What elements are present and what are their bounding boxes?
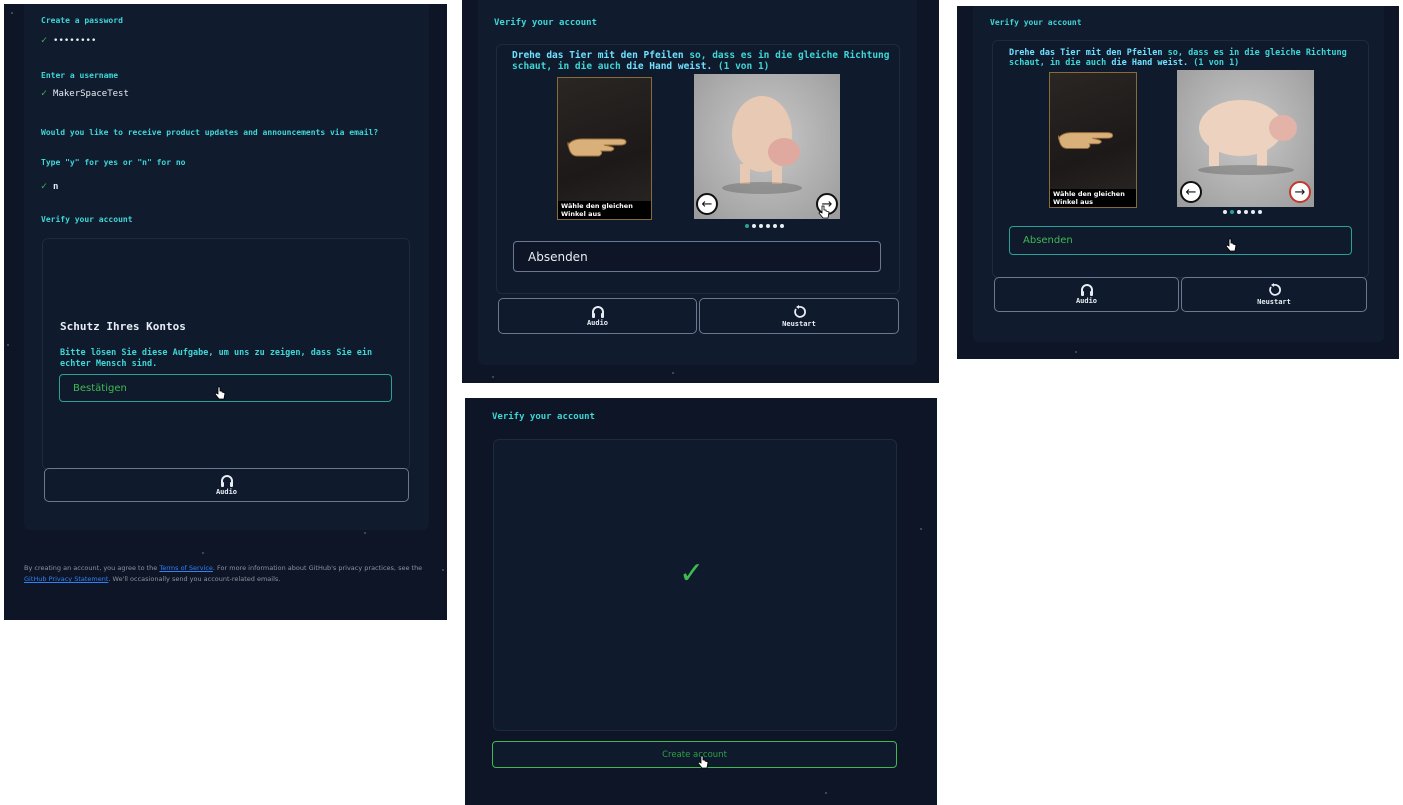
audio-label: Audio: [1075, 297, 1098, 305]
password-label: Create a password: [41, 16, 123, 25]
restart-icon: [1269, 283, 1281, 296]
restart-button[interactable]: Neustart: [699, 298, 899, 334]
restart-icon: [794, 304, 806, 318]
headphones-icon: [591, 305, 604, 318]
updates-hint: Type "y" for yes or "n" for no: [41, 158, 186, 167]
verify-title: Verify your account: [492, 412, 595, 422]
audio-label: Audio: [586, 318, 609, 327]
success-check-icon: ✓: [679, 556, 705, 591]
verify-title: Verify your account: [990, 18, 1082, 27]
progress-dots: [745, 224, 784, 228]
updates-field[interactable]: ✓ n: [41, 181, 58, 192]
username-label: Enter a username: [41, 71, 119, 80]
terms-link[interactable]: Terms of Service: [159, 564, 213, 572]
hand-cursor-icon: [697, 755, 709, 769]
puzzle-instruction: Drehe das Tier mit den Pfeilen so, dass …: [1009, 48, 1347, 68]
restart-label: Neustart: [1257, 298, 1291, 306]
audio-button[interactable]: Audio: [44, 468, 409, 502]
audio-button[interactable]: Audio: [994, 277, 1179, 312]
headphones-icon: [220, 474, 233, 487]
reference-hand-image: Wähle den gleichen Winkel aus: [557, 77, 652, 220]
captcha-panel-3: Verify your account Drehe das Tier mit d…: [957, 6, 1399, 359]
headphones-icon: [1080, 284, 1093, 296]
success-panel-4: Verify your account ✓ Create account: [465, 398, 937, 805]
pointing-hand-icon: [1058, 132, 1114, 149]
restart-button[interactable]: Neustart: [1181, 277, 1367, 312]
progress-dots: [1223, 210, 1262, 214]
pointing-hand-icon: [567, 138, 627, 157]
privacy-link[interactable]: GitHub Privacy Statement: [24, 575, 108, 583]
captcha-panel-2: Verify your account Drehe das Tier mit d…: [462, 0, 939, 383]
terms-footer: By creating an account, you agree to the…: [24, 563, 434, 585]
hand-cursor-icon: [214, 386, 226, 400]
submit-button[interactable]: Absenden: [513, 241, 881, 272]
rotate-left-button[interactable]: ←: [696, 193, 718, 215]
protect-text: Bitte lösen Sie diese Aufgabe, um uns zu…: [60, 348, 373, 369]
protect-title: Schutz Ihres Kontos: [60, 320, 186, 333]
reference-hand-image: Wähle den gleichen Winkel aus: [1049, 72, 1137, 208]
hand-cursor-icon: [818, 205, 830, 219]
check-icon: ✓: [41, 35, 48, 46]
reference-caption: Wähle den gleichen Winkel aus: [558, 201, 651, 219]
check-icon: ✓: [41, 88, 48, 99]
reference-caption: Wähle den gleichen Winkel aus: [1050, 189, 1136, 207]
username-field[interactable]: ✓ MakerSpaceTest: [41, 88, 129, 99]
audio-button[interactable]: Audio: [498, 298, 697, 334]
footer-text: . We'll occasionally send you account-re…: [108, 575, 281, 583]
hippo-icon: [722, 96, 802, 194]
check-icon: ✓: [41, 181, 48, 192]
signup-panel-1: Create a password ✓ •••••••• Enter a user…: [4, 4, 447, 620]
rotate-right-button[interactable]: →: [1289, 181, 1311, 203]
rotatable-animal-image: ← →: [1177, 70, 1314, 207]
verify-title: Verify your account: [41, 215, 133, 224]
submit-button[interactable]: Absenden: [1009, 226, 1352, 255]
hippo-icon: [1198, 100, 1297, 175]
footer-text: . For more information about GitHub's pr…: [212, 564, 423, 572]
create-account-button[interactable]: Create account: [492, 741, 897, 768]
verify-title: Verify your account: [494, 18, 597, 28]
updates-question: Would you like to receive product update…: [41, 128, 379, 137]
rotate-left-button[interactable]: ←: [1180, 181, 1202, 203]
restart-label: Neustart: [782, 319, 816, 328]
password-field[interactable]: ✓ ••••••••: [41, 35, 96, 46]
hand-cursor-icon: [1225, 238, 1237, 252]
rotatable-animal-image: ← →: [694, 74, 840, 219]
audio-label: Audio: [215, 487, 238, 496]
footer-text: By creating an account, you agree to the: [24, 564, 160, 572]
puzzle-instruction: Drehe das Tier mit den Pfeilen so, dass …: [512, 50, 890, 72]
